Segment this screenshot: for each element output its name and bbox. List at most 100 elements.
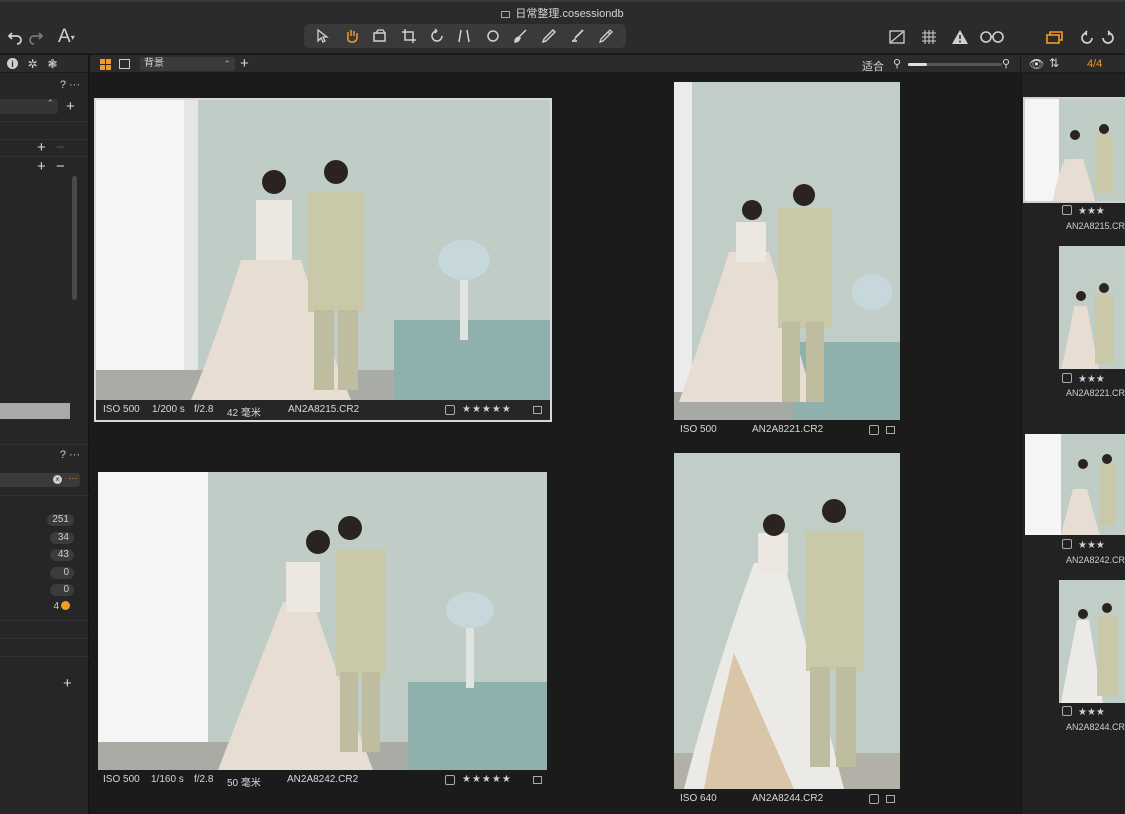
count-badge: 0 xyxy=(50,567,74,579)
color-tag-icon[interactable] xyxy=(886,795,895,803)
iso-label: ISO 500 xyxy=(103,774,140,785)
zoom-slider[interactable] xyxy=(908,63,1002,66)
filmstrip-rating: ★★★ xyxy=(1062,373,1105,385)
remove-item-button[interactable]: − xyxy=(56,159,65,174)
count-badge: 43 xyxy=(50,549,74,561)
layers-icon[interactable] xyxy=(366,26,394,46)
grid-view-icon[interactable] xyxy=(100,59,111,70)
exposure-warning-icon[interactable] xyxy=(888,26,906,48)
info-icon[interactable]: i xyxy=(7,58,18,69)
single-view-icon[interactable] xyxy=(119,59,130,69)
pan-icon[interactable] xyxy=(338,26,366,46)
help-menu-2[interactable]: ? ··· xyxy=(60,449,80,461)
add-item-button[interactable]: + xyxy=(37,159,46,174)
star-rating[interactable]: ★★★★★ xyxy=(462,774,512,785)
divider xyxy=(0,656,89,657)
add-button[interactable]: + xyxy=(37,140,46,155)
filename-label: AN2A8221.CR2 xyxy=(752,424,824,435)
filmstrip-thumbnail[interactable] xyxy=(1023,97,1125,203)
image-meta-bar: ISO 640 AN2A8244.CR2 xyxy=(674,789,900,809)
main-toolbar: A ▾ xyxy=(0,20,1125,54)
status-dot xyxy=(61,601,70,610)
divider xyxy=(0,444,89,445)
zoom-fit-label[interactable]: 适合 xyxy=(862,58,884,74)
crop-icon[interactable] xyxy=(395,26,423,46)
select-checkbox[interactable] xyxy=(1062,539,1072,549)
glasses-icon[interactable] xyxy=(979,26,1005,48)
brush-icon[interactable] xyxy=(507,26,535,46)
stack-icon[interactable] xyxy=(1045,26,1065,48)
filmstrip-thumbnail[interactable] xyxy=(1059,580,1125,703)
image-thumbnail[interactable]: ISO 500 1/160 s f/2.8 50 毫米 AN2A8242.CR2… xyxy=(98,472,547,790)
title-bar: 日常整理.cosessiondb xyxy=(0,0,1125,20)
circle-icon[interactable] xyxy=(479,26,507,46)
image-thumbnail[interactable]: ISO 640 AN2A8244.CR2 xyxy=(674,453,900,809)
filter-search-input[interactable]: × ··· xyxy=(0,473,80,487)
remove-button[interactable]: − xyxy=(56,140,65,155)
select-checkbox[interactable] xyxy=(1062,205,1072,215)
rotate-icon[interactable] xyxy=(423,26,451,46)
aperture-label: f/2.8 xyxy=(194,404,214,415)
count-badge: 251 xyxy=(47,514,74,526)
adjustments-icon[interactable]: ❃ xyxy=(47,57,58,71)
add-filter-button[interactable]: + xyxy=(63,676,72,691)
grid-icon[interactable] xyxy=(920,26,938,48)
image-thumbnail[interactable]: ISO 500 1/200 s f/2.8 42 毫米 AN2A8215.CR2… xyxy=(94,98,552,422)
left-tool-panel: i ✲ ❃ ? ··· + + − + − ? ··· × ··· 251 34… xyxy=(0,55,89,814)
panel-scrollbar[interactable] xyxy=(72,176,77,300)
count-badge: 4 xyxy=(48,601,75,613)
image-thumbnail[interactable]: ISO 500 AN2A8221.CR2 xyxy=(674,82,900,440)
zoom-out-icon[interactable]: ⚲ xyxy=(893,57,901,70)
image-meta-bar: ISO 500 1/200 s f/2.8 42 毫米 AN2A8215.CR2… xyxy=(96,400,550,420)
photo xyxy=(96,100,550,400)
selected-row[interactable] xyxy=(0,403,70,419)
gear-icon[interactable]: ✲ xyxy=(27,57,38,71)
keystone-icon[interactable] xyxy=(451,26,479,46)
reset-icon[interactable] xyxy=(1079,26,1095,48)
pen-icon[interactable] xyxy=(592,26,620,46)
filmstrip-thumbnail[interactable] xyxy=(1025,434,1125,535)
color-tag-icon[interactable] xyxy=(533,776,542,784)
preset-select[interactable] xyxy=(0,98,58,114)
add-preset-button[interactable]: + xyxy=(66,99,75,114)
refresh-icon[interactable] xyxy=(1100,26,1116,48)
sort-icon[interactable]: ⇅ xyxy=(1049,56,1059,70)
filename-label: AN2A8242.CR2 xyxy=(287,774,359,785)
gradient-icon[interactable] xyxy=(564,26,592,46)
background-select[interactable]: 背景 xyxy=(140,57,235,71)
count-badge: 0 xyxy=(50,584,74,596)
select-checkbox[interactable] xyxy=(1062,373,1072,383)
select-checkbox[interactable] xyxy=(445,775,455,785)
eye-icon[interactable]: 👁 xyxy=(1029,57,1044,71)
add-view-button[interactable]: + xyxy=(240,55,249,72)
select-icon[interactable] xyxy=(310,26,338,46)
eraser-icon[interactable] xyxy=(535,26,563,46)
select-checkbox[interactable] xyxy=(869,794,879,804)
viewer-header: 背景 + 适合 ⚲ ⚲ xyxy=(90,55,1020,73)
iso-label: ISO 500 xyxy=(680,424,717,435)
document-icon xyxy=(501,10,511,18)
photo xyxy=(674,453,900,789)
color-tag-icon[interactable] xyxy=(886,426,895,434)
focal-label: 42 毫米 xyxy=(227,408,261,419)
filmstrip-filename: AN2A8215.CR xyxy=(1066,221,1125,231)
alert-icon[interactable] xyxy=(951,26,969,48)
image-meta-bar: ISO 500 1/160 s f/2.8 50 毫米 AN2A8242.CR2… xyxy=(98,770,547,790)
star-rating[interactable]: ★★★★★ xyxy=(462,404,512,415)
select-checkbox[interactable] xyxy=(1062,706,1072,716)
clear-icon[interactable]: × xyxy=(53,475,62,484)
select-checkbox[interactable] xyxy=(445,405,455,415)
zoom-in-icon[interactable]: ⚲ xyxy=(1002,57,1010,70)
color-tag-icon[interactable] xyxy=(533,406,542,414)
text-icon[interactable]: A ▾ xyxy=(58,26,75,48)
filmstrip-rating: ★★★ xyxy=(1062,539,1105,551)
select-checkbox[interactable] xyxy=(869,425,879,435)
image-meta-bar: ISO 500 AN2A8221.CR2 xyxy=(674,420,900,440)
undo-icon[interactable] xyxy=(7,26,23,48)
redo-icon[interactable] xyxy=(28,26,44,48)
more-icon[interactable]: ··· xyxy=(68,473,78,484)
help-menu[interactable]: ? ··· xyxy=(60,79,80,91)
filmstrip-rating: ★★★ xyxy=(1062,706,1105,718)
filmstrip-rating: ★★★ xyxy=(1062,205,1105,217)
filmstrip-thumbnail[interactable] xyxy=(1059,246,1125,369)
